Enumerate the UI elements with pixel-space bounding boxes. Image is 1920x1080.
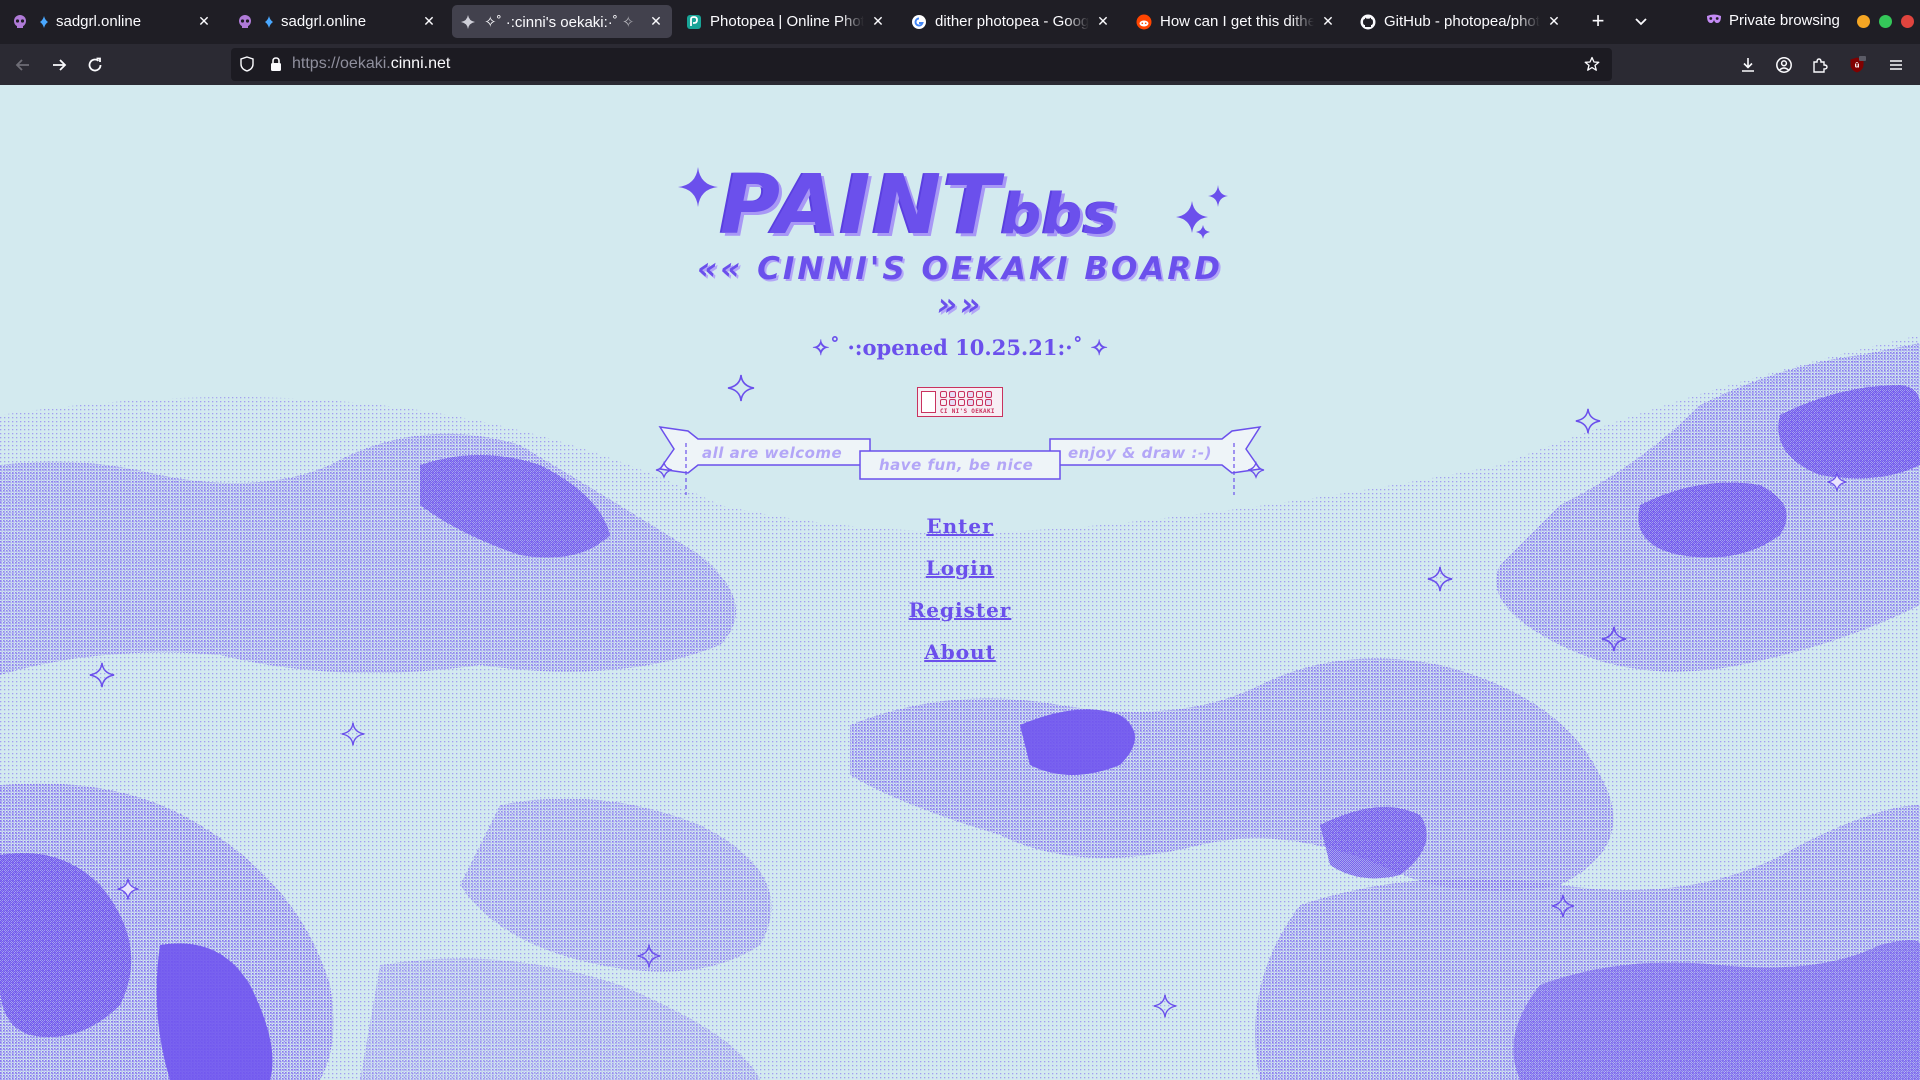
account-button[interactable] xyxy=(1772,53,1796,77)
tab-google-search[interactable]: dither photopea - Google Search ✕ xyxy=(903,5,1119,38)
puzzle-icon xyxy=(1813,58,1828,73)
logo-title-big: PAINT xyxy=(720,158,1002,253)
ublock-button[interactable]: ū xyxy=(1845,53,1869,77)
logo-subtitle: «« CINNI'S OEKAKI BOARD »» xyxy=(697,251,1223,323)
account-icon xyxy=(1776,57,1792,73)
sparkle-decoration-icon xyxy=(1601,626,1627,652)
sparkle-decoration-icon xyxy=(1427,566,1453,592)
close-window-button[interactable] xyxy=(1901,15,1914,28)
arrow-right-icon xyxy=(53,59,67,71)
close-tab-icon[interactable]: ✕ xyxy=(1320,13,1336,30)
address-bar[interactable]: https://oekaki.cinni.net xyxy=(231,48,1612,81)
tab-title: ✧˚ ·:cinni's oekaki:·˚ ✧ xyxy=(484,13,635,31)
logo-sparkle-icon xyxy=(678,167,718,207)
arrow-left-icon xyxy=(15,59,29,71)
ribbon-left-text: all are welcome xyxy=(702,444,843,462)
ribbon-right-text: enjoy & draw :-) xyxy=(1068,444,1213,462)
reddit-icon xyxy=(1136,14,1152,30)
close-tab-icon[interactable]: ✕ xyxy=(1546,13,1562,30)
minimize-button[interactable] xyxy=(1857,15,1870,28)
sparkle-decoration-icon xyxy=(341,722,365,746)
ribbon-center-text: have fun, be nice xyxy=(879,456,1034,474)
tab-cinni-oekaki[interactable]: ✧˚ ·:cinni's oekaki:·˚ ✧ ✕ xyxy=(452,5,672,38)
enter-link[interactable]: Enter xyxy=(860,505,1060,547)
about-link[interactable]: About xyxy=(860,631,1060,673)
sparkle-decoration-icon xyxy=(117,878,139,900)
tab-sadgrl-1[interactable]: sadgrl.online ✕ xyxy=(4,5,220,38)
logo-title-small: bbs xyxy=(1001,182,1118,247)
tab-title: How can I get this dither effect xyxy=(1160,13,1314,30)
badge-card-icon xyxy=(921,391,936,413)
photopea-icon xyxy=(686,14,702,30)
sparkle-decoration-icon xyxy=(637,944,661,968)
svg-text:ū: ū xyxy=(1855,62,1860,70)
tab-reddit[interactable]: How can I get this dither effect ✕ xyxy=(1128,5,1344,38)
lock-icon[interactable] xyxy=(268,56,284,76)
private-mask-icon xyxy=(1706,12,1722,29)
github-icon xyxy=(1360,14,1376,30)
sparkle-decoration-icon xyxy=(89,662,115,688)
badge-palette-icon xyxy=(940,391,993,406)
forward-button[interactable] xyxy=(47,53,71,77)
url-text: https://oekaki.cinni.net xyxy=(292,55,450,73)
hamburger-menu-icon xyxy=(1890,60,1902,70)
tab-strip: sadgrl.online ✕ sadgrl.online ✕ ✧˚ ·:cin… xyxy=(0,0,1920,44)
ublock-shield-icon: ū xyxy=(1850,56,1866,73)
logo-sparkle-cluster-icon xyxy=(1176,185,1228,239)
logo-title: PAINTbbs xyxy=(720,165,1118,247)
bookmark-star-icon[interactable] xyxy=(1584,56,1600,76)
close-tab-icon[interactable]: ✕ xyxy=(1095,13,1111,30)
sparkle-decoration-icon xyxy=(727,374,755,402)
page-content: PAINTbbs «« CINNI'S OEKAKI BOARD »» ✧˚ ·… xyxy=(0,85,1920,1080)
maximize-button[interactable] xyxy=(1879,15,1892,28)
tab-github[interactable]: GitHub - photopea/photopea ✕ xyxy=(1352,5,1570,38)
sparkle-icon xyxy=(460,14,476,30)
badge-text: CI NI'S OEKAKI xyxy=(940,408,995,415)
chevron-down-icon xyxy=(1635,18,1647,26)
google-icon xyxy=(911,14,927,30)
oekaki-badge-image[interactable]: CI NI'S OEKAKI xyxy=(917,387,1003,417)
paintbbs-logo: PAINTbbs «« CINNI'S OEKAKI BOARD »» xyxy=(678,165,1240,323)
register-link[interactable]: Register xyxy=(860,589,1060,631)
tab-title: sadgrl.online xyxy=(281,13,367,30)
navigation-toolbar: https://oekaki.cinni.net ū xyxy=(0,44,1920,85)
app-menu-button[interactable] xyxy=(1884,53,1908,77)
reload-button[interactable] xyxy=(83,53,107,77)
tab-photopea[interactable]: Photopea | Online Photo Editor ✕ xyxy=(678,5,894,38)
sparkle-decoration-icon xyxy=(1827,472,1847,492)
sparkle-decoration-icon xyxy=(1551,894,1575,918)
login-link[interactable]: Login xyxy=(860,547,1060,589)
reload-icon xyxy=(88,57,102,72)
tracking-protection-shield-icon[interactable] xyxy=(239,56,255,76)
tab-title: Photopea | Online Photo Editor xyxy=(710,13,864,30)
close-tab-icon[interactable]: ✕ xyxy=(648,13,664,30)
close-tab-icon[interactable]: ✕ xyxy=(870,13,886,30)
extensions-button[interactable] xyxy=(1808,53,1832,77)
skull-icon xyxy=(237,14,253,30)
tab-sadgrl-2[interactable]: sadgrl.online ✕ xyxy=(229,5,445,38)
sparkle-decoration-icon xyxy=(1153,994,1177,1018)
close-tab-icon[interactable]: ✕ xyxy=(196,13,212,30)
main-menu: Enter Login Register About xyxy=(0,505,1920,673)
sparkle-small-icon xyxy=(261,14,277,30)
download-icon xyxy=(1742,58,1754,72)
tab-title: GitHub - photopea/photopea xyxy=(1384,13,1540,30)
url-prefix: https://oekaki. xyxy=(292,55,391,72)
skull-icon xyxy=(12,14,28,30)
ribbon-banner: all are welcome have fun, be nice enjoy … xyxy=(650,423,1270,513)
private-browsing-label: Private browsing xyxy=(1729,12,1840,29)
url-host: cinni.net xyxy=(390,55,451,72)
new-tab-button[interactable]: + xyxy=(1584,8,1612,34)
tab-title: sadgrl.online xyxy=(56,13,142,30)
opened-date: ✧˚ ·:opened 10.25.21:·˚ ✧ xyxy=(812,335,1108,360)
tab-title: dither photopea - Google Search xyxy=(935,13,1089,30)
sparkle-decoration-icon xyxy=(1575,408,1601,434)
private-browsing-indicator: Private browsing xyxy=(1706,12,1840,29)
sparkle-small-icon xyxy=(36,14,52,30)
back-button[interactable] xyxy=(11,53,35,77)
list-all-tabs-button[interactable] xyxy=(1632,12,1650,30)
close-tab-icon[interactable]: ✕ xyxy=(421,13,437,30)
downloads-button[interactable] xyxy=(1736,53,1760,77)
